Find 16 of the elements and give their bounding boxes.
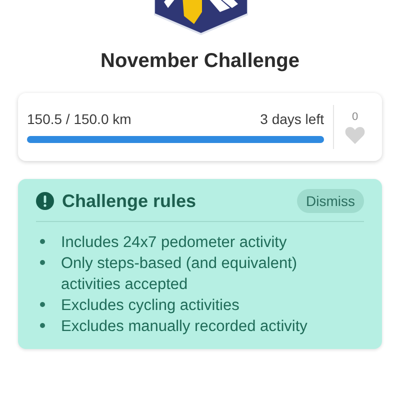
rule-text: Excludes manually recorded activity (61, 317, 308, 337)
dismiss-button[interactable]: Dismiss (297, 189, 364, 213)
rule-text: Excludes cycling activities (61, 296, 240, 316)
alert-icon (36, 192, 54, 210)
rule-text: Includes 24x7 pedometer activity (61, 233, 288, 253)
distance-text: 150.5 / 150.0 km (27, 111, 132, 127)
heart-icon[interactable] (345, 126, 365, 144)
time-left-text: 3 days left (260, 111, 324, 127)
like-count: 0 (352, 110, 358, 122)
bullet-icon (40, 260, 45, 265)
rules-title: Challenge rules (62, 190, 198, 212)
bullet-icon (40, 302, 45, 307)
bullet-icon (40, 323, 45, 328)
rule-text: Only steps-based (and equivalent) activities accepted (61, 254, 298, 295)
challenge-title: November Challenge (100, 50, 300, 73)
bullet-icon (40, 239, 45, 244)
